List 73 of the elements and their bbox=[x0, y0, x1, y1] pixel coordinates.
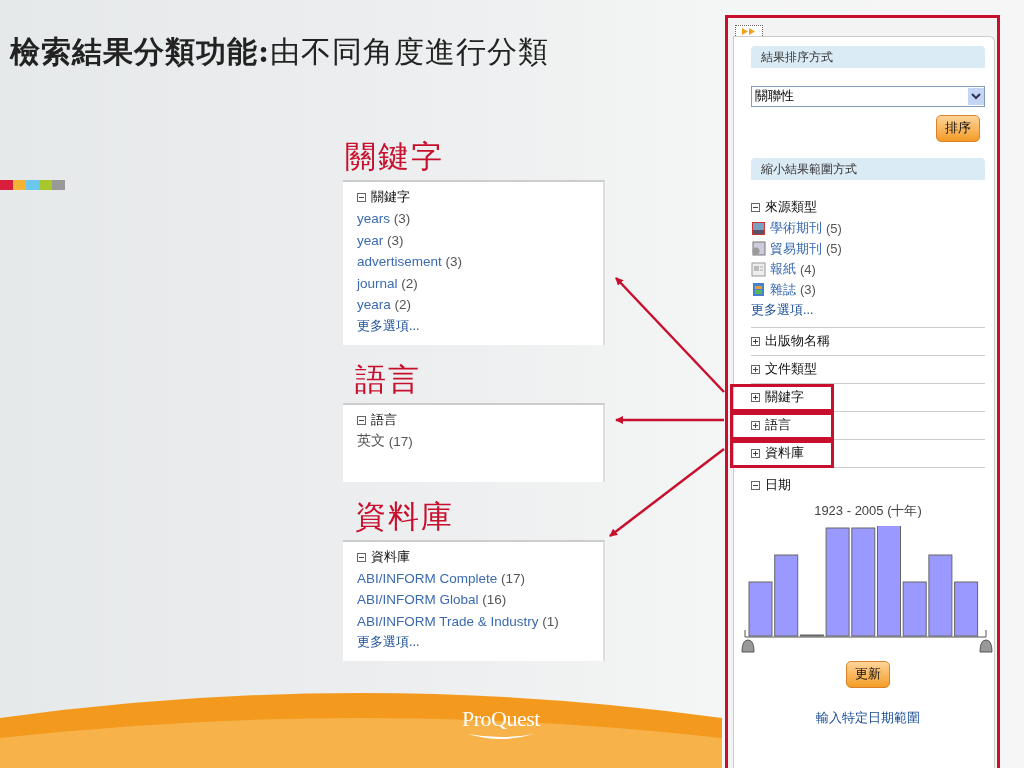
update-button[interactable]: 更新 bbox=[846, 661, 890, 688]
facet-count: (3) bbox=[392, 211, 411, 227]
facet-value: 英文 bbox=[357, 432, 385, 451]
facet-title[interactable]: 語言 bbox=[765, 417, 791, 434]
expand-icon[interactable] bbox=[751, 365, 760, 374]
facet-link[interactable]: advertisement bbox=[357, 254, 442, 270]
facet-title: 日期 bbox=[765, 477, 791, 494]
facet-count: (3) bbox=[386, 232, 404, 248]
collapse-icon[interactable] bbox=[357, 415, 366, 425]
facet-link[interactable]: 雜誌 bbox=[770, 280, 796, 299]
facet-link[interactable]: year bbox=[357, 232, 384, 248]
date-range: 1923 - 2005 (十年) bbox=[813, 502, 923, 520]
callout-heading: 語言 bbox=[354, 359, 422, 399]
slide-title: 檢索結果分類功能:由不同角度進行分類 bbox=[10, 33, 550, 71]
facet-link[interactable]: journal bbox=[357, 275, 398, 291]
more-options-link[interactable]: 更多選項... bbox=[357, 315, 589, 337]
facet-link[interactable]: yeara bbox=[357, 297, 391, 313]
date-range-link[interactable]: 輸入特定日期範圍 bbox=[751, 710, 985, 727]
facet-title: 關鍵字 bbox=[371, 189, 410, 206]
expand-icon[interactable] bbox=[751, 393, 760, 402]
facet-link[interactable]: ABI/INFORM Trade & Industry bbox=[357, 613, 539, 629]
dropdown-icon bbox=[968, 88, 984, 105]
histogram-bar[interactable] bbox=[902, 581, 927, 637]
histogram-bar[interactable] bbox=[799, 634, 824, 637]
facet-count: (16) bbox=[481, 592, 507, 608]
collapse-icon[interactable] bbox=[751, 203, 760, 212]
facet-title: 語言 bbox=[371, 411, 397, 429]
double-arrow-icon bbox=[742, 28, 756, 35]
facet-count: (2) bbox=[400, 275, 418, 291]
sort-select[interactable]: 關聯性 bbox=[751, 86, 985, 107]
collapse-icon[interactable] bbox=[357, 552, 366, 562]
callout-heading: 資料庫 bbox=[354, 496, 455, 536]
logo: ProQuest bbox=[462, 706, 540, 732]
facet-title: 來源類型 bbox=[765, 199, 817, 216]
facet-count: (17) bbox=[500, 570, 526, 586]
facet-title[interactable]: 文件類型 bbox=[765, 361, 817, 378]
facet-title[interactable]: 關鍵字 bbox=[765, 389, 804, 406]
more-options-link[interactable]: 更多選項... bbox=[751, 300, 985, 321]
slider-handle[interactable] bbox=[979, 639, 993, 653]
facet-link[interactable]: 學術期刊 bbox=[770, 219, 822, 238]
expand-icon[interactable] bbox=[751, 421, 760, 430]
facet-link[interactable]: ABI/INFORM Global bbox=[357, 592, 479, 608]
facet-link[interactable]: 報紙 bbox=[770, 260, 796, 279]
histogram-bar[interactable] bbox=[851, 527, 876, 637]
facet-count: (1) bbox=[541, 613, 559, 629]
facet-count: (4) bbox=[800, 261, 816, 277]
facet-count: (2) bbox=[393, 297, 412, 313]
section-heading: 結果排序方式 bbox=[751, 46, 985, 68]
more-options-link[interactable]: 更多選項... bbox=[357, 632, 589, 653]
slider-handle[interactable] bbox=[741, 639, 755, 653]
facet-count: (3) bbox=[444, 254, 463, 270]
facet-link[interactable]: ABI/INFORM Complete bbox=[357, 570, 498, 586]
facet-count: (5) bbox=[826, 241, 842, 257]
facet-link[interactable]: 貿易期刊 bbox=[770, 239, 822, 258]
facet-title: 資料庫 bbox=[371, 548, 410, 566]
newspaper-icon bbox=[751, 261, 766, 277]
section-heading: 縮小結果範圍方式 bbox=[751, 158, 985, 180]
color-strip-drawing bbox=[0, 180, 66, 190]
collapse-icon[interactable] bbox=[751, 481, 760, 490]
facet-link[interactable]: years bbox=[357, 211, 390, 227]
facet-count: (17) bbox=[387, 433, 413, 449]
facet-count: (3) bbox=[800, 282, 816, 298]
histogram-bar[interactable] bbox=[774, 554, 799, 637]
journal-icon bbox=[751, 220, 766, 236]
histogram-bar[interactable] bbox=[954, 581, 979, 637]
expand-icon[interactable] bbox=[751, 449, 760, 458]
expand-icon[interactable] bbox=[751, 337, 760, 346]
collapse-icon[interactable] bbox=[357, 193, 366, 202]
facet-title[interactable]: 出版物名稱 bbox=[765, 333, 830, 350]
callout-heading: 關鍵字 bbox=[344, 137, 445, 176]
facet-count: (5) bbox=[826, 220, 842, 236]
facet-title[interactable]: 資料庫 bbox=[765, 445, 804, 462]
sort-button[interactable]: 排序 bbox=[936, 115, 980, 142]
